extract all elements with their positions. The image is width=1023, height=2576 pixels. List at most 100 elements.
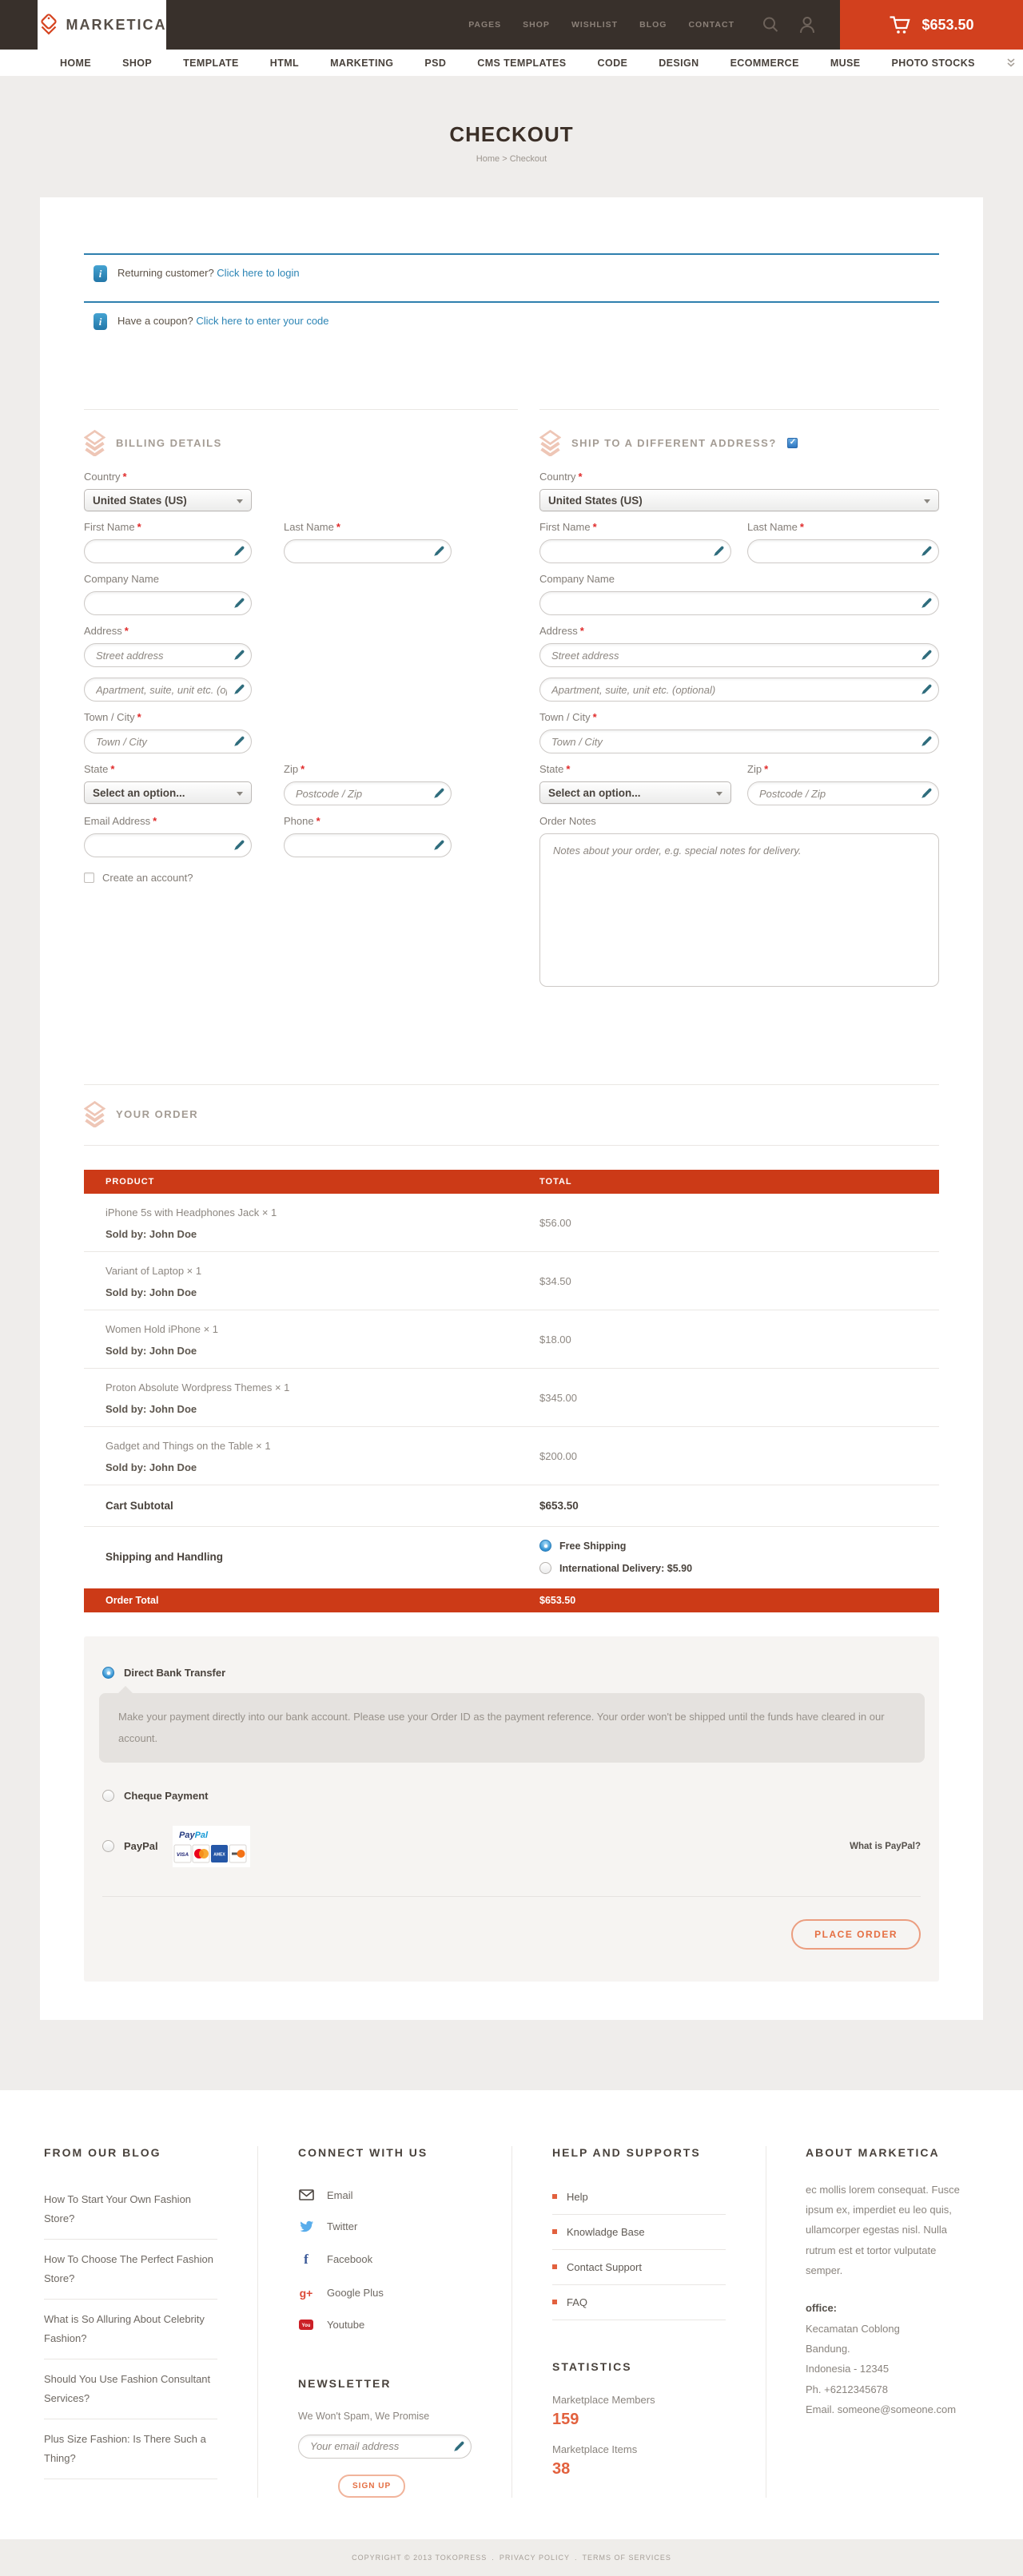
what-is-paypal-link[interactable]: What is PayPal?	[850, 1842, 921, 1851]
radio-icon[interactable]	[102, 1790, 114, 1802]
help-link[interactable]: Help	[552, 2180, 726, 2215]
main-nav-item[interactable]: PSD	[424, 58, 446, 69]
radio-icon[interactable]	[539, 1562, 551, 1574]
top-nav-item[interactable]: WISHLIST	[571, 20, 618, 30]
shipping-street-input[interactable]	[539, 643, 939, 667]
help-link[interactable]: Knowladge Base	[552, 2215, 726, 2250]
billing-state-select[interactable]: Select an option...	[84, 781, 252, 804]
social-link-email[interactable]: Email	[298, 2180, 472, 2211]
order-notes-textarea[interactable]	[539, 833, 939, 987]
top-nav-item[interactable]: BLOG	[639, 20, 667, 30]
help-heading: HELP AND SUPPORTS	[552, 2146, 726, 2159]
product-name: iPhone 5s with Headphones Jack × 1	[105, 1207, 518, 1218]
blog-link[interactable]: What is So Alluring About Celebrity Fash…	[44, 2300, 217, 2359]
shipping-first-name-input[interactable]	[539, 539, 731, 563]
shipping-state-select[interactable]: Select an option...	[539, 781, 731, 804]
order-table: PRODUCT TOTAL iPhone 5s with Headphones …	[84, 1170, 939, 1612]
blog-link[interactable]: Should You Use Fashion Consultant Servic…	[44, 2359, 217, 2419]
payment-option-cheque[interactable]: Cheque Payment	[84, 1790, 939, 1802]
privacy-policy-link[interactable]: PRIVACY POLICY	[500, 2554, 570, 2562]
copyright-separator: .	[492, 2554, 495, 2562]
facebook-icon: f	[298, 2252, 314, 2268]
shipping-town-label: Town / City*	[539, 711, 939, 723]
billing-company-input[interactable]	[84, 591, 252, 615]
billing-state-label: State*	[84, 763, 252, 775]
place-order-button[interactable]: PLACE ORDER	[791, 1919, 921, 1950]
shipping-zip-input[interactable]	[747, 781, 939, 805]
payment-option-paypal[interactable]: PayPal PayPal VISA AMEX What is PayPal?	[84, 1826, 939, 1867]
shipping-apartment-input[interactable]	[539, 678, 939, 702]
account-icon[interactable]	[798, 15, 816, 34]
address-line: Email. someone@someone.com	[806, 2399, 967, 2419]
billing-street-input[interactable]	[84, 643, 252, 667]
main-nav-item[interactable]: HOME	[60, 58, 91, 69]
top-nav-item[interactable]: CONTACT	[688, 20, 734, 30]
info-icon: i	[94, 313, 107, 330]
shipping-last-name-input[interactable]	[747, 539, 939, 563]
product-seller: Sold by: John Doe	[105, 1403, 518, 1415]
radio-selected-icon[interactable]	[102, 1667, 114, 1679]
blog-link[interactable]: How To Start Your Own Fashion Store?	[44, 2180, 217, 2240]
shipping-option[interactable]: Free Shipping	[539, 1540, 939, 1552]
shipping-company-input[interactable]	[539, 591, 939, 615]
billing-phone-input[interactable]	[284, 833, 452, 857]
create-account-checkbox[interactable]	[84, 873, 94, 883]
billing-town-input[interactable]	[84, 729, 252, 753]
cart-button[interactable]: $653.50	[840, 0, 1023, 50]
cart-icon	[889, 14, 911, 35]
help-link[interactable]: Contact Support	[552, 2250, 726, 2285]
main-nav-item[interactable]: MUSE	[830, 58, 861, 69]
billing-last-name-input[interactable]	[284, 539, 452, 563]
product-total: $56.00	[539, 1217, 571, 1229]
newsletter-signup-button[interactable]: SIGN UP	[338, 2475, 405, 2498]
newsletter-email-input[interactable]	[298, 2435, 472, 2459]
help-link[interactable]: FAQ	[552, 2285, 726, 2320]
main-nav-item[interactable]: SHOP	[122, 58, 152, 69]
main-nav-item[interactable]: TEMPLATE	[183, 58, 239, 69]
radio-selected-icon[interactable]	[539, 1540, 551, 1552]
create-account-option[interactable]: Create an account?	[84, 872, 452, 884]
billing-country-label: Country*	[84, 471, 252, 483]
main-nav-item[interactable]: CMS TEMPLATES	[477, 58, 566, 69]
coupon-link[interactable]: Click here to enter your code	[196, 315, 328, 327]
billing-first-name-input[interactable]	[84, 539, 252, 563]
nav-more-icon[interactable]	[1006, 58, 1016, 68]
blog-link[interactable]: How To Choose The Perfect Fashion Store?	[44, 2240, 217, 2300]
order-total-value: $653.50	[518, 1595, 939, 1606]
main-nav-item[interactable]: DESIGN	[659, 58, 699, 69]
main-nav-item[interactable]: MARKETING	[330, 58, 393, 69]
main-nav-item[interactable]: ECOMMERCE	[730, 58, 799, 69]
search-icon[interactable]	[762, 16, 779, 34]
top-nav-item[interactable]: PAGES	[468, 20, 501, 30]
shipping-country-select[interactable]: United States (US)	[539, 489, 939, 511]
blog-link[interactable]: Plus Size Fashion: Is There Such a Thing…	[44, 2419, 217, 2479]
billing-email-input[interactable]	[84, 833, 252, 857]
product-total: $34.50	[539, 1275, 571, 1287]
shipping-town-input[interactable]	[539, 729, 939, 753]
shipping-option-label: International Delivery: $5.90	[559, 1563, 692, 1574]
top-nav-item[interactable]: SHOP	[523, 20, 550, 30]
product-seller: Sold by: John Doe	[105, 1345, 518, 1357]
social-link-twitter[interactable]: Twitter	[298, 2211, 472, 2242]
main-nav-item[interactable]: HTML	[270, 58, 299, 69]
logo[interactable]: MARKETICA	[38, 0, 166, 50]
required-mark: *	[316, 815, 320, 827]
billing-apartment-input[interactable]	[84, 678, 252, 702]
main-nav-item[interactable]: PHOTO STOCKS	[892, 58, 975, 69]
social-link-facebook[interactable]: f Facebook	[298, 2242, 472, 2277]
breadcrumb-home-link[interactable]: Home	[476, 154, 500, 164]
footer-about-column: ABOUT MARKETICA ec mollis lorem consequa…	[766, 2146, 1023, 2498]
ship-different-checkbox[interactable]	[787, 438, 798, 448]
billing-country-select[interactable]: United States (US)	[84, 489, 252, 511]
social-link-youtube[interactable]: You Youtube	[298, 2309, 472, 2340]
billing-first-name-label: First Name*	[84, 521, 252, 533]
shipping-option[interactable]: International Delivery: $5.90	[539, 1562, 939, 1574]
required-mark: *	[800, 521, 804, 533]
terms-link[interactable]: TERMS OF SERVICES	[583, 2554, 671, 2562]
main-nav-item[interactable]: CODE	[598, 58, 628, 69]
billing-zip-input[interactable]	[284, 781, 452, 805]
radio-icon[interactable]	[102, 1840, 114, 1852]
payment-option-bank[interactable]: Direct Bank Transfer	[84, 1667, 939, 1679]
social-link-google-plus[interactable]: g+ Google Plus	[298, 2277, 472, 2309]
login-link[interactable]: Click here to login	[217, 267, 299, 279]
